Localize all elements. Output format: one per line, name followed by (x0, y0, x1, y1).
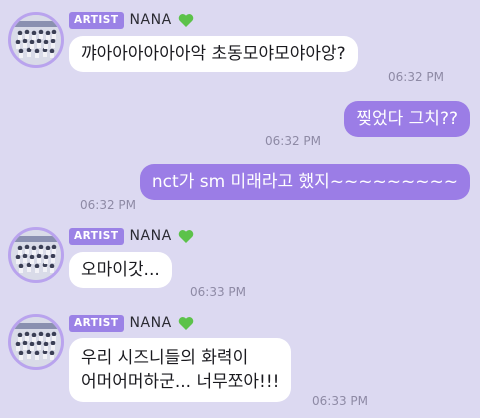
sender-row: ARTIST NANA (69, 314, 194, 332)
message-bubble[interactable]: 찢었다 그치?? (344, 101, 470, 137)
green-heart-icon (178, 229, 193, 243)
message-time: 06:33 PM (312, 394, 368, 408)
message-time: 06:32 PM (388, 70, 444, 84)
artist-badge: ARTIST (69, 227, 124, 245)
green-heart-icon (178, 13, 193, 27)
artist-badge: ARTIST (69, 314, 124, 332)
sender-row: ARTIST NANA (69, 227, 194, 245)
message-line: 어머어머하군... 너무쪼아!!! (81, 372, 280, 392)
artist-badge: ARTIST (69, 11, 124, 29)
green-heart-icon (178, 316, 193, 330)
group-photo-icon (11, 15, 61, 65)
message-time: 06:32 PM (265, 134, 321, 148)
message-bubble[interactable]: 꺄아아아아아아악 초동모야모야아앙? (69, 36, 358, 72)
artist-avatar[interactable] (8, 314, 64, 370)
sender-name: NANA (129, 12, 172, 28)
sender-name: NANA (129, 228, 172, 244)
message-bubble[interactable]: 오마이갓... (69, 252, 172, 288)
artist-avatar[interactable] (8, 227, 64, 283)
message-time: 06:32 PM (80, 198, 136, 212)
message-bubble[interactable]: nct가 sm 미래라고 했지~~~~~~~~~ (139, 164, 470, 200)
group-photo-icon (11, 230, 61, 280)
sender-row: ARTIST NANA (69, 11, 194, 29)
sender-name: NANA (129, 315, 172, 331)
message-line: 우리 시즈니들의 화력이 (81, 348, 249, 368)
artist-avatar[interactable] (8, 12, 64, 68)
message-time: 06:33 PM (190, 285, 246, 299)
chat-thread: ARTIST NANA 꺄아아아아아아악 초동모야모야아앙? 06:32 PM … (0, 0, 480, 418)
message-bubble[interactable]: 우리 시즈니들의 화력이 어머어머하군... 너무쪼아!!! (69, 338, 292, 402)
group-photo-icon (11, 317, 61, 367)
